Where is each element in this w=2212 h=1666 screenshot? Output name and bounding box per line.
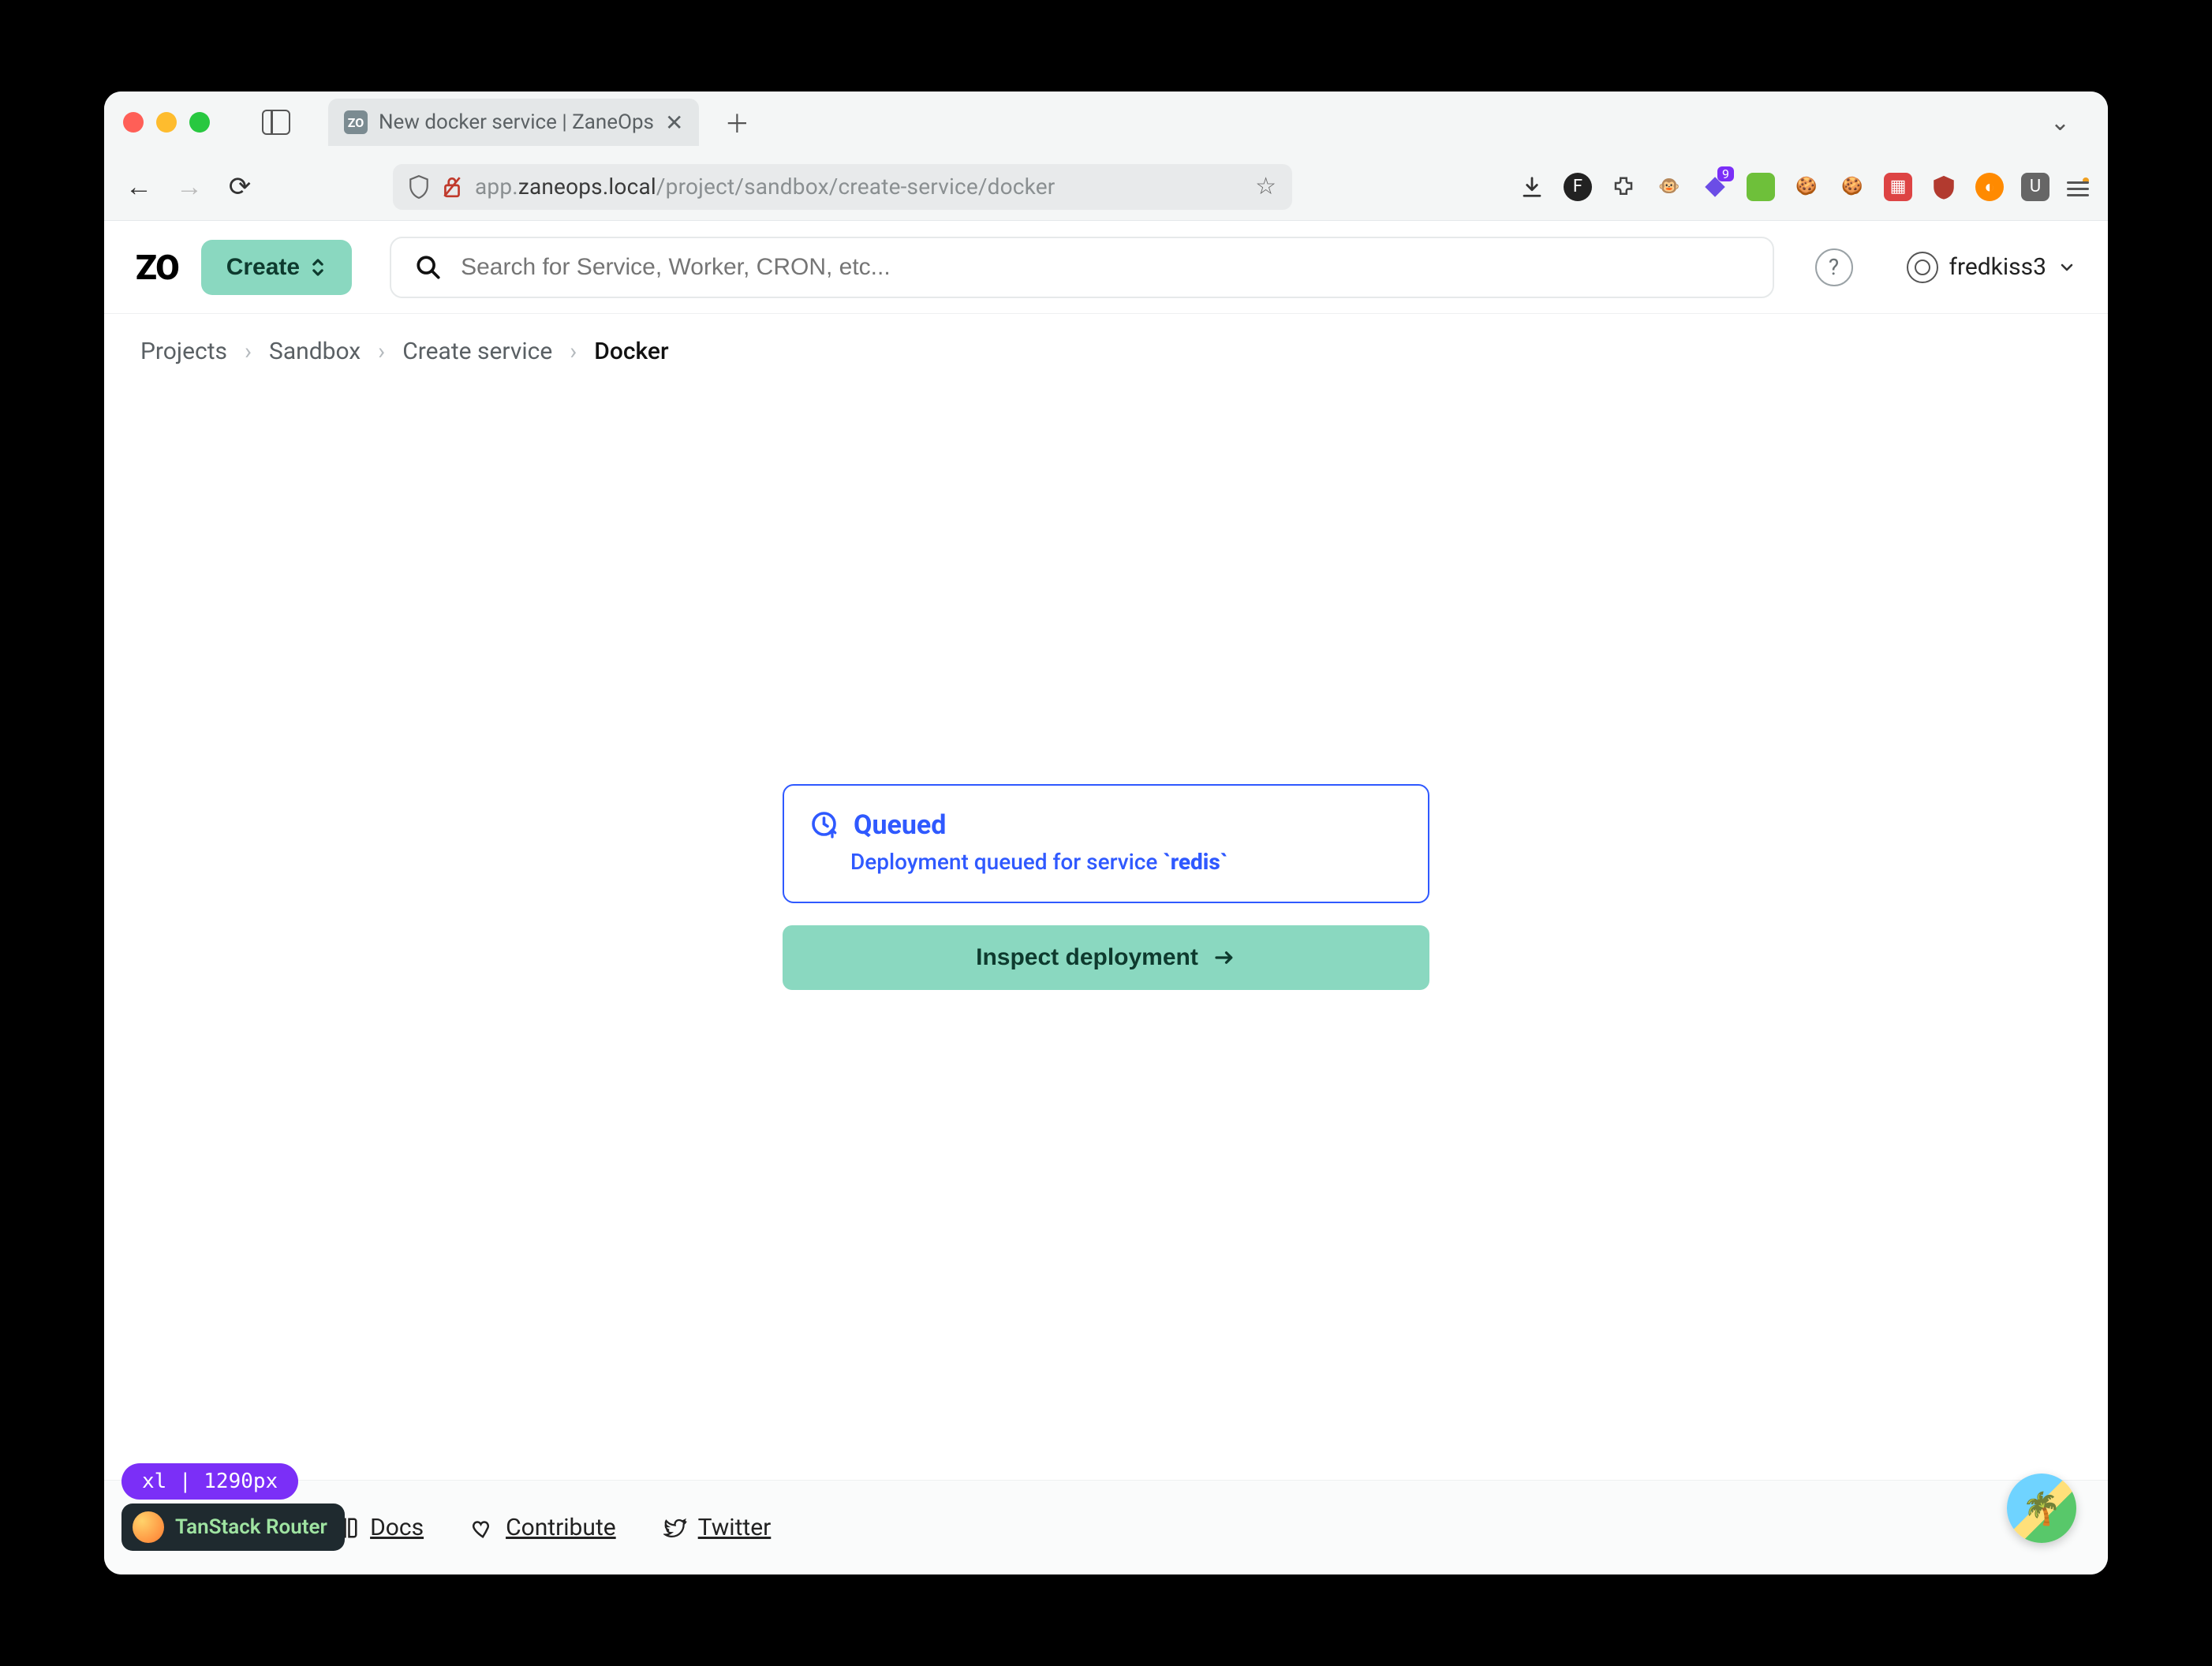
breakpoint-badge: xl | 1290px xyxy=(121,1463,298,1500)
app-footer: Feedback Docs Contribute Twitter xyxy=(104,1480,2108,1574)
browser-window: ZO New docker service | ZaneOps ✕ ＋ ⌄ ← … xyxy=(104,92,2108,1574)
extension-tag-icon[interactable]: 9 xyxy=(1701,173,1729,201)
user-menu[interactable]: fredkiss3 xyxy=(1907,252,2076,283)
tab-favicon-icon: ZO xyxy=(344,110,368,134)
extension-cookie1-icon[interactable]: 🍪 xyxy=(1792,173,1821,201)
user-avatar-icon xyxy=(1907,252,1938,283)
tanstack-router-badge[interactable]: TanStack Router xyxy=(121,1504,345,1551)
extension-ublock-icon[interactable] xyxy=(1930,173,1958,201)
status-title-row: Queued xyxy=(811,809,1401,841)
breakpoint-text: xl | 1290px xyxy=(142,1470,278,1493)
minimize-window-button[interactable] xyxy=(156,112,177,133)
reload-button[interactable]: ⟳ xyxy=(224,171,256,203)
url-text: app.zaneops.local/project/sandbox/create… xyxy=(475,174,1056,200)
chevron-down-icon xyxy=(2057,258,2076,277)
footer-docs-label: Docs xyxy=(370,1514,424,1541)
extensions-puzzle-icon[interactable] xyxy=(1609,173,1638,201)
status-subtitle: Deployment queued for service `redis` xyxy=(850,849,1401,875)
search-icon xyxy=(415,254,442,281)
url-bar[interactable]: app.zaneops.local/project/sandbox/create… xyxy=(393,164,1292,210)
extension-red-icon[interactable]: ▦ xyxy=(1884,173,1912,201)
arrow-right-icon xyxy=(1212,946,1236,969)
search-input[interactable] xyxy=(461,254,1748,281)
create-button[interactable]: Create xyxy=(201,240,352,295)
browser-toolbar: ← → ⟳ app.zaneops.local/project/sandbox/… xyxy=(104,153,2108,221)
footer-docs-link[interactable]: Docs xyxy=(335,1514,424,1541)
app-header: ZO Create ? fredkiss3 xyxy=(104,221,2108,314)
clock-upload-icon xyxy=(811,811,839,839)
forward-button[interactable]: → xyxy=(174,171,205,203)
insecure-lock-icon[interactable] xyxy=(442,175,462,199)
chevron-right-icon: › xyxy=(570,338,577,365)
browser-tab[interactable]: ZO New docker service | ZaneOps ✕ xyxy=(328,99,699,146)
footer-contribute-label: Contribute xyxy=(506,1514,616,1541)
chevron-right-icon: › xyxy=(245,338,252,365)
floating-action-button[interactable]: 🌴 xyxy=(2007,1474,2076,1543)
breadcrumb: Projects › Sandbox › Create service › Do… xyxy=(104,314,2108,389)
tracking-shield-icon[interactable] xyxy=(409,175,429,199)
footer-twitter-link[interactable]: Twitter xyxy=(663,1514,772,1541)
downloads-icon[interactable] xyxy=(1518,173,1546,201)
close-window-button[interactable] xyxy=(123,112,144,133)
extension-icons: F 🐵 9 🍪 🍪 ▦ ◐ U xyxy=(1518,173,2089,201)
extension-green-icon[interactable] xyxy=(1747,173,1775,201)
extension-f-icon[interactable]: F xyxy=(1564,173,1592,201)
new-tab-button[interactable]: ＋ xyxy=(721,106,753,138)
extension-cookie2-icon[interactable]: 🍪 xyxy=(1838,173,1866,201)
footer-twitter-label: Twitter xyxy=(698,1514,772,1541)
extension-u-icon[interactable]: U xyxy=(2021,173,2049,201)
bookmark-star-icon[interactable]: ☆ xyxy=(1255,173,1276,200)
back-button[interactable]: ← xyxy=(123,171,155,203)
app-logo[interactable]: ZO xyxy=(136,247,179,288)
palm-tree-icon: 🌴 xyxy=(2022,1490,2061,1527)
search-field[interactable] xyxy=(390,237,1773,298)
breadcrumb-sandbox[interactable]: Sandbox xyxy=(269,338,361,365)
browser-tabstrip: ZO New docker service | ZaneOps ✕ ＋ ⌄ xyxy=(104,92,2108,153)
breadcrumb-projects[interactable]: Projects xyxy=(140,338,227,365)
heart-hand-icon xyxy=(471,1516,495,1540)
footer-contribute-link[interactable]: Contribute xyxy=(471,1514,616,1541)
username-label: fredkiss3 xyxy=(1949,253,2046,281)
create-button-label: Create xyxy=(226,254,300,281)
sidebar-toggle-icon[interactable] xyxy=(262,110,290,135)
tab-title: New docker service | ZaneOps xyxy=(379,110,654,134)
router-badge-label: TanStack Router xyxy=(175,1515,327,1539)
status-service-name: `redis` xyxy=(1163,849,1227,875)
status-subtitle-text: Deployment queued for service xyxy=(850,849,1163,875)
inspect-button-label: Inspect deployment xyxy=(976,944,1198,971)
tab-close-icon[interactable]: ✕ xyxy=(665,110,683,136)
breadcrumb-docker: Docker xyxy=(594,338,668,365)
maximize-window-button[interactable] xyxy=(189,112,210,133)
extension-orange-icon[interactable]: ◐ xyxy=(1975,173,2004,201)
tanstack-logo-icon xyxy=(133,1511,164,1543)
tabs-dropdown-icon[interactable]: ⌄ xyxy=(2031,109,2089,136)
browser-menu-icon[interactable] xyxy=(2067,177,2089,196)
main-content: Queued Deployment queued for service `re… xyxy=(104,389,2108,1480)
status-title: Queued xyxy=(854,809,946,841)
window-controls xyxy=(123,112,210,133)
chevron-right-icon: › xyxy=(378,338,385,365)
status-card: Queued Deployment queued for service `re… xyxy=(783,784,1429,903)
breadcrumb-create-service[interactable]: Create service xyxy=(402,338,552,365)
twitter-icon xyxy=(663,1516,687,1540)
inspect-deployment-button[interactable]: Inspect deployment xyxy=(783,925,1429,990)
chevrons-updown-icon xyxy=(309,257,327,278)
help-button[interactable]: ? xyxy=(1815,248,1853,286)
extension-monkey-icon[interactable]: 🐵 xyxy=(1655,173,1683,201)
